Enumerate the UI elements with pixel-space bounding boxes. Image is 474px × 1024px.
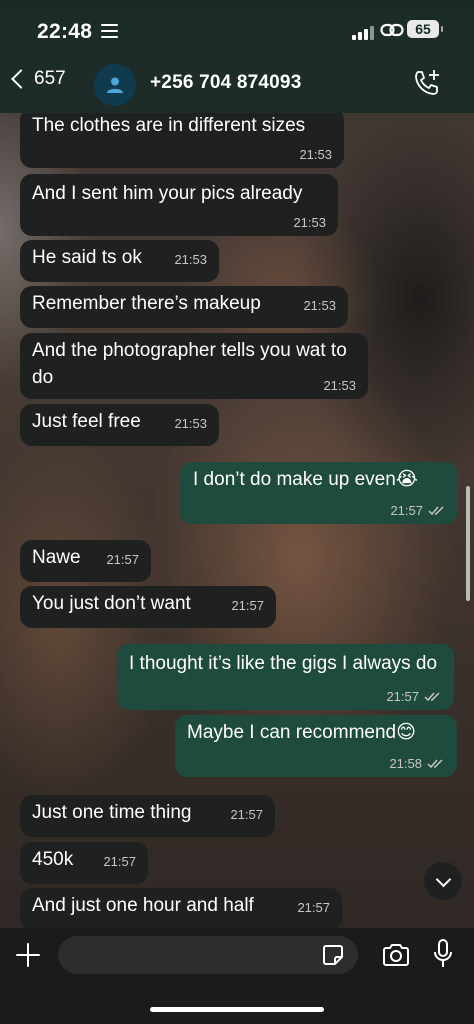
back-count: 657 xyxy=(34,68,66,89)
person-icon xyxy=(107,77,123,93)
message-input[interactable] xyxy=(58,936,358,974)
double-check-icon xyxy=(427,759,443,769)
list-icon xyxy=(101,24,118,38)
scrollbar[interactable] xyxy=(466,486,470,601)
signal-icon xyxy=(352,24,374,40)
double-check-icon xyxy=(424,692,440,702)
message-incoming[interactable]: And just one hour and half 21:57 xyxy=(20,888,342,928)
message-text: And I sent him your pics already xyxy=(32,183,303,204)
message-text: Just one time thing xyxy=(32,802,192,823)
message-text: I thought it’s like the gigs I always do xyxy=(129,653,438,674)
chevron-down-icon xyxy=(435,871,451,887)
message-incoming[interactable]: And I sent him your pics already 21:53 xyxy=(20,174,338,236)
message-text: The clothes are in different sizes xyxy=(32,115,306,136)
chevron-left-icon xyxy=(11,69,31,89)
message-incoming[interactable]: You just don’t want 21:57 xyxy=(20,586,276,628)
back-button[interactable]: 657 xyxy=(10,68,66,90)
message-meta: 21:57 xyxy=(386,689,442,705)
message-incoming[interactable]: Remember there’s makeup 21:53 xyxy=(20,286,348,328)
status-bar: 22:48 65 xyxy=(0,0,474,58)
message-text: I don’t do make up even😭 xyxy=(193,469,419,490)
message-meta: 21:57 xyxy=(390,503,446,519)
link-icon xyxy=(380,23,404,37)
chat-header: 657 +256 704 874093 xyxy=(0,58,474,113)
message-incoming[interactable]: The clothes are in different sizes 21:53 xyxy=(20,113,344,168)
message-incoming[interactable]: Nawe 21:57 xyxy=(20,540,151,582)
message-time: 21:57 xyxy=(386,689,419,704)
battery-indicator: 65 xyxy=(407,20,443,38)
message-outgoing[interactable]: I thought it’s like the gigs I always do… xyxy=(117,644,454,710)
message-text: He said ts ok xyxy=(32,247,142,268)
message-time: 21:57 xyxy=(230,807,263,822)
message-time: 21:53 xyxy=(323,378,356,393)
message-time: 21:57 xyxy=(106,552,139,567)
message-text: You just don’t want xyxy=(32,593,191,614)
message-text: Maybe I can recommend😊 xyxy=(187,722,416,743)
message-time: 21:58 xyxy=(389,756,422,771)
mic-icon[interactable] xyxy=(433,939,453,969)
message-text: And just one hour and half xyxy=(32,895,254,916)
message-time: 21:53 xyxy=(303,298,336,313)
contact-name[interactable]: +256 704 874093 xyxy=(150,72,301,94)
message-time: 21:53 xyxy=(174,252,207,267)
status-time: 22:48 xyxy=(37,20,93,43)
home-indicator xyxy=(150,1007,324,1012)
message-time: 21:53 xyxy=(174,416,207,431)
message-incoming[interactable]: And the photographer tells you wat to do… xyxy=(20,333,368,399)
message-incoming[interactable]: Just one time thing 21:57 xyxy=(20,795,275,837)
message-outgoing[interactable]: Maybe I can recommend😊 21:58 xyxy=(175,715,457,777)
message-time: 21:57 xyxy=(390,503,423,518)
scroll-down-button[interactable] xyxy=(424,862,462,900)
message-time: 21:53 xyxy=(299,147,332,162)
camera-icon[interactable] xyxy=(382,943,410,967)
sticker-icon[interactable] xyxy=(322,944,344,966)
message-time: 21:53 xyxy=(293,215,326,230)
message-incoming[interactable]: Just feel free 21:53 xyxy=(20,404,219,446)
plus-icon[interactable] xyxy=(16,943,40,967)
message-text: And the photographer tells you wat to do xyxy=(32,340,347,388)
message-list[interactable]: The clothes are in different sizes 21:53… xyxy=(0,113,474,928)
message-incoming[interactable]: 450k 21:57 xyxy=(20,842,148,884)
message-time: 21:57 xyxy=(231,598,264,613)
message-input-bar xyxy=(0,928,474,1024)
message-meta: 21:58 xyxy=(389,756,445,772)
message-time: 21:57 xyxy=(103,854,136,869)
avatar[interactable] xyxy=(94,64,136,106)
message-time: 21:57 xyxy=(297,900,330,915)
message-incoming[interactable]: He said ts ok 21:53 xyxy=(20,240,219,282)
double-check-icon xyxy=(428,506,444,516)
phone-add-icon[interactable] xyxy=(412,68,442,98)
message-text: Remember there’s makeup xyxy=(32,293,261,314)
message-outgoing[interactable]: I don’t do make up even😭 21:57 xyxy=(180,462,458,524)
